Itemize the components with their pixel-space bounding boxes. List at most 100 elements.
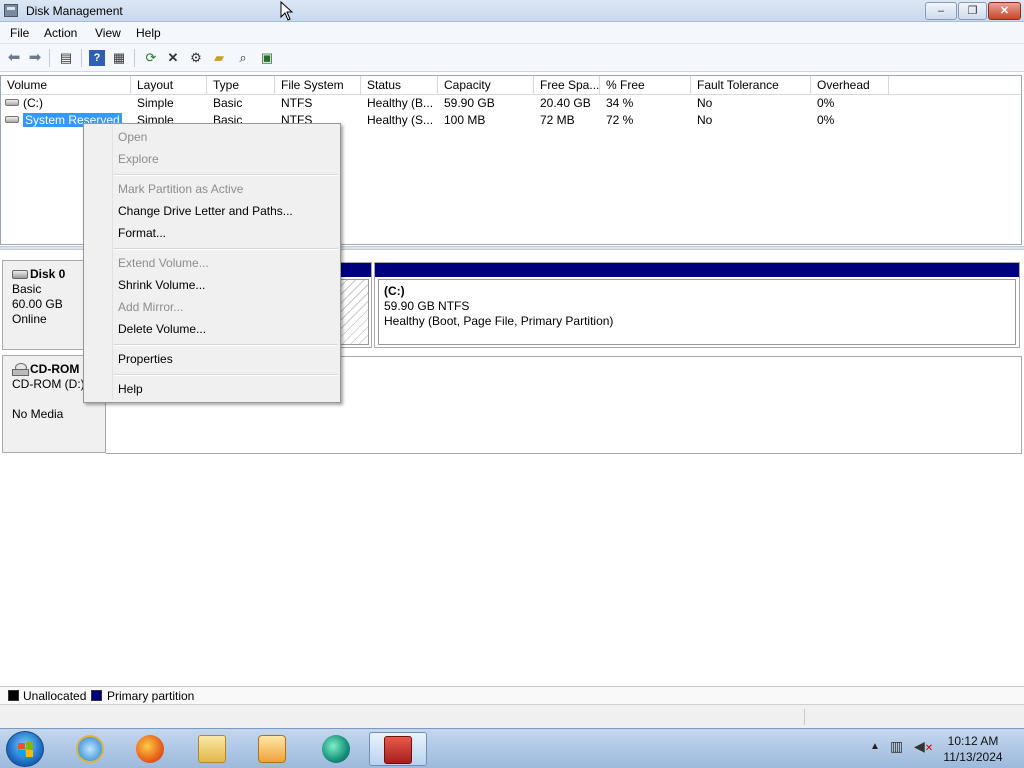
minimize-button[interactable]: ‒ xyxy=(925,2,957,20)
properties-icon[interactable]: ▦ xyxy=(111,50,127,66)
back-arrow-icon[interactable]: ⬅ xyxy=(6,50,22,66)
column-status[interactable]: Status xyxy=(361,76,438,95)
disk-icon[interactable]: ▣ xyxy=(259,50,275,66)
taskbar-media-player[interactable] xyxy=(244,732,300,766)
context-menu-gutter xyxy=(112,126,113,400)
column-volume[interactable]: Volume xyxy=(1,76,131,95)
partition-size-fs: 59.90 GB NTFS xyxy=(384,299,470,313)
taskbar-internet-explorer[interactable] xyxy=(62,732,118,766)
menu-item-add-mirror: Add Mirror... xyxy=(118,300,184,314)
taskbar-firefox[interactable] xyxy=(122,732,178,766)
partition-c[interactable]: (C:) 59.90 GB NTFS Healthy (Boot, Page F… xyxy=(374,262,1020,348)
volume-row-c[interactable]: (C:) Simple Basic NTFS Healthy (B... 59.… xyxy=(1,95,1021,112)
show-hidden-icons-icon[interactable]: ▲ xyxy=(870,741,880,752)
menu-separator xyxy=(114,174,338,176)
column-free-space[interactable]: Free Spa... xyxy=(534,76,600,95)
windows-logo-icon xyxy=(18,742,33,757)
open-folder-icon[interactable]: ▰ xyxy=(211,50,227,66)
menu-item-help[interactable]: Help xyxy=(118,382,143,396)
column-capacity[interactable]: Capacity xyxy=(438,76,534,95)
toolbar-separator xyxy=(81,49,82,67)
legend-primary: Primary partition xyxy=(107,689,195,703)
volume-status: Healthy (S... xyxy=(367,113,434,127)
taskbar-file-explorer[interactable] xyxy=(184,732,240,766)
volume-fault-tolerance: No xyxy=(697,113,713,127)
network-icon[interactable]: ▥ xyxy=(890,738,903,755)
menu-item-delete-volume[interactable]: Delete Volume... xyxy=(118,322,206,336)
cdrom-name: CD-ROM 0 xyxy=(30,362,90,376)
menu-action[interactable]: Action xyxy=(44,26,77,40)
cdrom-icon xyxy=(12,363,29,376)
menu-item-extend-volume: Extend Volume... xyxy=(118,256,209,270)
legend-unallocated: Unallocated xyxy=(23,689,87,703)
firefox-icon xyxy=(136,735,164,763)
primary-swatch xyxy=(91,690,102,701)
menu-item-open: Open xyxy=(118,130,148,144)
settings-icon[interactable]: ⚙ xyxy=(188,50,204,66)
column-type[interactable]: Type xyxy=(207,76,275,95)
file-explorer-icon xyxy=(198,735,226,763)
clock-date: 11/13/2024 xyxy=(943,750,1003,764)
volume-capacity: 100 MB xyxy=(444,113,486,127)
column-layout[interactable]: Layout xyxy=(131,76,207,95)
media-player-icon xyxy=(258,735,286,763)
delete-icon[interactable]: ✕ xyxy=(165,50,181,66)
menu-item-mark-active: Mark Partition as Active xyxy=(118,182,244,196)
volume-status: Healthy (B... xyxy=(367,96,434,110)
help-icon[interactable]: ? xyxy=(89,50,105,66)
restore-button[interactable]: ❐ xyxy=(958,2,987,20)
volume-free-space: 20.40 GB xyxy=(540,96,591,110)
search-icon[interactable]: ⌕ xyxy=(235,50,251,66)
toolbar-separator xyxy=(134,49,135,67)
menu-separator xyxy=(114,374,338,376)
column-fault-tolerance[interactable]: Fault Tolerance xyxy=(691,76,811,95)
volume-capacity: 59.90 GB xyxy=(444,96,495,110)
column-file-system[interactable]: File System xyxy=(275,76,361,95)
window-title: Disk Management xyxy=(26,4,123,18)
menu-separator xyxy=(114,344,338,346)
volume-percent-free: 72 % xyxy=(606,113,634,127)
menu-item-explore: Explore xyxy=(118,152,159,166)
menu-item-properties[interactable]: Properties xyxy=(118,352,173,366)
toolbar-separator xyxy=(49,49,50,67)
menu-item-format[interactable]: Format... xyxy=(118,226,166,240)
menu-file[interactable]: File xyxy=(10,26,29,40)
status-divider xyxy=(804,709,805,725)
title-bar: Disk Management ‒ ❐ ✕ xyxy=(0,0,1024,22)
close-button[interactable]: ✕ xyxy=(988,2,1021,20)
toolbar: ⬅ ➡ ▤ ? ▦ ⟳ ✕ ⚙ ▰ ⌕ ▣ xyxy=(0,44,1024,72)
disk-name: Disk 0 xyxy=(30,267,66,281)
computer-management-icon xyxy=(384,736,412,764)
taskbar-clock[interactable]: 10:12 AM 11/13/2024 xyxy=(930,733,1016,765)
menu-view[interactable]: View xyxy=(95,26,121,40)
taskbar: ▲ ▥ ◀✕ 10:12 AM 11/13/2024 xyxy=(0,728,1024,768)
volume-overhead: 0% xyxy=(817,113,835,127)
taskbar-computer-management[interactable] xyxy=(369,732,427,766)
taskbar-chat-app[interactable] xyxy=(308,732,364,766)
menu-bar: File Action View Help xyxy=(0,22,1024,44)
forward-arrow-icon[interactable]: ➡ xyxy=(27,50,43,66)
menu-item-shrink-volume[interactable]: Shrink Volume... xyxy=(118,278,205,292)
status-bar xyxy=(0,704,1024,728)
menu-item-change-drive-letter[interactable]: Change Drive Letter and Paths... xyxy=(118,204,293,218)
console-tree-icon[interactable]: ▤ xyxy=(58,50,74,66)
refresh-icon[interactable]: ⟳ xyxy=(143,50,159,66)
start-button[interactable] xyxy=(6,731,44,767)
hard-disk-icon xyxy=(12,270,28,279)
legend: Unallocated Primary partition xyxy=(0,686,1024,704)
chat-icon xyxy=(322,735,350,763)
partition-band xyxy=(375,263,1019,277)
volume-percent-free: 34 % xyxy=(606,96,634,110)
disk-management-app-icon xyxy=(4,4,18,17)
volume-layout: Simple xyxy=(137,96,174,110)
column-percent-free[interactable]: % Free xyxy=(600,76,691,95)
volume-file-system: NTFS xyxy=(281,96,313,110)
unallocated-swatch xyxy=(8,690,19,701)
column-overhead[interactable]: Overhead xyxy=(811,76,889,95)
partition-status: Healthy (Boot, Page File, Primary Partit… xyxy=(384,314,614,328)
drive-icon xyxy=(5,116,19,123)
partition-label: (C:) xyxy=(384,284,405,298)
menu-help[interactable]: Help xyxy=(136,26,161,40)
volume-type: Basic xyxy=(213,96,243,110)
context-menu: Open Explore Mark Partition as Active Ch… xyxy=(83,123,341,403)
